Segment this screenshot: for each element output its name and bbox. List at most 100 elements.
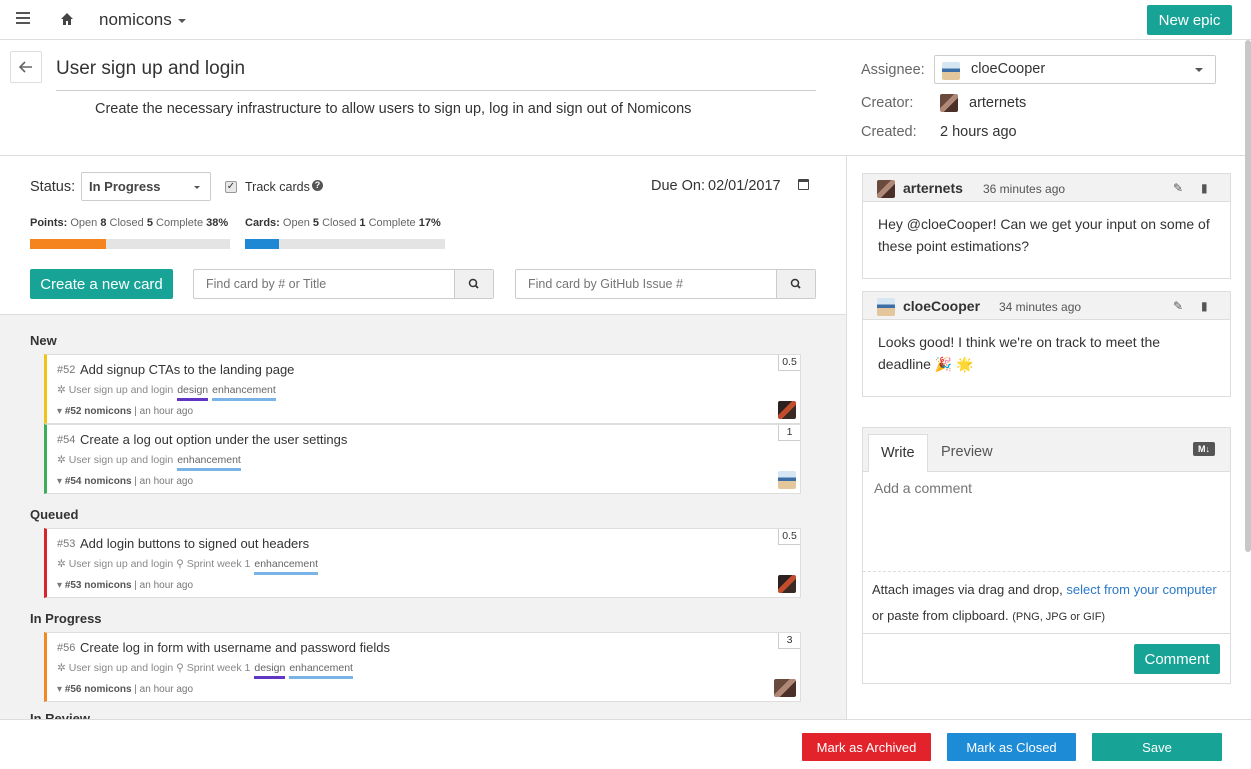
title-divider (56, 90, 816, 91)
card-sprint: Sprint week 1 (186, 662, 251, 674)
status-label: Status: (30, 179, 76, 195)
comment: arternets 36 minutes ago ✎ ▮ Hey @cloeCo… (862, 173, 1231, 279)
card-number: #56 (57, 642, 76, 654)
card-issue[interactable]: #56 nomicons (65, 684, 132, 695)
search-button[interactable] (454, 270, 493, 298)
create-card-button[interactable]: Create a new card (30, 269, 173, 299)
trash-icon[interactable]: ▮ (1201, 299, 1208, 313)
comment-body: Hey @cloeCooper! Can we get your input o… (878, 216, 1210, 254)
search-icon (468, 278, 479, 289)
card-title[interactable]: Add login buttons to signed out headers (80, 536, 309, 551)
epic-title[interactable]: User sign up and login (56, 58, 245, 80)
cards-label: Cards: (245, 217, 280, 229)
comment-author[interactable]: arternets (903, 180, 963, 196)
group-title-in-review: In Review (30, 711, 90, 719)
card-groups: New #52 Add signup CTAs to the landing p… (0, 315, 846, 719)
track-cards-checkbox[interactable]: ✓ (225, 181, 237, 193)
comment-input[interactable] (863, 472, 1230, 572)
select-files-link[interactable]: select from your computer (1066, 582, 1216, 597)
card[interactable]: #52 Add signup CTAs to the landing page … (44, 354, 801, 424)
search-icon (790, 278, 801, 289)
hamburger-menu-icon[interactable] (16, 12, 30, 24)
scrollbar[interactable] (1245, 40, 1251, 552)
card-number: #52 (57, 364, 76, 376)
home-icon[interactable] (60, 12, 74, 26)
pencil-icon[interactable]: ✎ (1173, 299, 1183, 313)
epic-description[interactable]: Create the necessary infrastructure to a… (95, 101, 691, 117)
search-by-title-input[interactable] (194, 270, 454, 298)
card[interactable]: #54 Create a log out option under the us… (44, 424, 801, 494)
help-icon[interactable]: ? (312, 180, 323, 191)
card-title[interactable]: Create a log out option under the user s… (80, 432, 347, 447)
avatar (940, 94, 958, 112)
comment-author[interactable]: cloeCooper (903, 298, 980, 314)
points-complete-label: Complete (156, 217, 204, 229)
mark-closed-button[interactable]: Mark as Closed (947, 733, 1076, 761)
creator-label: Creator: (861, 95, 914, 111)
card-meta: ✲ User sign up and login ⚲ Sprint week 1… (57, 558, 319, 575)
card-title[interactable]: Add signup CTAs to the landing page (80, 362, 294, 377)
card-issue[interactable]: #54 nomicons (65, 476, 132, 487)
markdown-icon[interactable]: M↓ (1193, 442, 1215, 456)
card-time: an hour ago (139, 406, 194, 417)
group-title-in-progress: In Progress (30, 611, 102, 626)
label-enhancement[interactable]: enhancement (177, 454, 241, 471)
card-issue[interactable]: #52 nomicons (65, 406, 132, 417)
trophy-icon: ▾ (57, 684, 63, 695)
avatar (778, 471, 796, 489)
pencil-icon[interactable]: ✎ (1173, 181, 1183, 195)
trophy-icon: ▾ (57, 476, 63, 487)
points-closed-label: Closed (109, 217, 144, 229)
comment-time: 36 minutes ago (983, 182, 1066, 196)
save-button[interactable]: Save (1092, 733, 1222, 761)
attach-types: (PNG, JPG or GIF) (1012, 611, 1106, 623)
label-design[interactable]: design (177, 384, 209, 401)
card-title[interactable]: Create log in form with username and pas… (80, 640, 390, 655)
label-enhancement[interactable]: enhancement (289, 662, 353, 679)
points-progress-fill (30, 239, 106, 249)
assignee-select[interactable]: cloeCooper (934, 55, 1216, 84)
search-by-github-input[interactable] (516, 270, 776, 298)
card[interactable]: #53 Add login buttons to signed out head… (44, 528, 801, 598)
assignee-name: cloeCooper (971, 61, 1046, 77)
project-selector[interactable]: nomicons (99, 10, 186, 30)
calendar-icon[interactable] (798, 179, 809, 190)
comments-pane: arternets 36 minutes ago ✎ ▮ Hey @cloeCo… (847, 156, 1251, 719)
comment-header: cloeCooper 34 minutes ago ✎ ▮ (863, 292, 1230, 320)
epic-controls: Status: In Progress ✓ Track cards ? Due … (0, 156, 846, 315)
avatar (877, 180, 895, 198)
cards-progress-fill (245, 239, 279, 249)
card-footer: ▾ #52 nomicons | an hour ago (57, 406, 194, 417)
label-enhancement[interactable]: enhancement (212, 384, 276, 401)
comment: cloeCooper 34 minutes ago ✎ ▮ Looks good… (862, 291, 1231, 397)
created-label: Created: (861, 124, 917, 140)
card-epic: User sign up and login (68, 662, 174, 674)
card-epic: User sign up and login (68, 558, 174, 570)
card-footer: ▾ #56 nomicons | an hour ago (57, 684, 194, 695)
track-cards-label[interactable]: Track cards (245, 180, 310, 194)
card-sprint: Sprint week 1 (186, 558, 251, 570)
card-meta: ✲ User sign up and login design enhancemen… (57, 384, 276, 401)
tab-write[interactable]: Write (868, 434, 928, 472)
card-issue[interactable]: #53 nomicons (65, 580, 132, 591)
mark-archived-button[interactable]: Mark as Archived (802, 733, 931, 761)
comment-time: 34 minutes ago (999, 300, 1082, 314)
due-date-value[interactable]: 02/01/2017 (708, 178, 781, 194)
cards-closed: 1 (359, 217, 366, 229)
tab-preview[interactable]: Preview (929, 434, 1005, 472)
points-label: Points: (30, 217, 68, 229)
cards-open-label: Open (282, 217, 310, 229)
card-time: an hour ago (139, 476, 194, 487)
card-points: 3 (778, 633, 800, 649)
new-epic-button[interactable]: New epic (1147, 5, 1232, 35)
label-enhancement[interactable]: enhancement (254, 558, 319, 575)
status-select[interactable]: In Progress (81, 172, 211, 201)
comment-header: arternets 36 minutes ago ✎ ▮ (863, 174, 1230, 202)
trash-icon[interactable]: ▮ (1201, 181, 1208, 195)
back-button[interactable] (10, 51, 42, 83)
search-button[interactable] (776, 270, 815, 298)
card[interactable]: #56 Create log in form with username and… (44, 632, 801, 702)
card-points: 0.5 (778, 529, 800, 545)
label-design[interactable]: design (254, 662, 286, 679)
comment-button[interactable]: Comment (1134, 644, 1220, 674)
